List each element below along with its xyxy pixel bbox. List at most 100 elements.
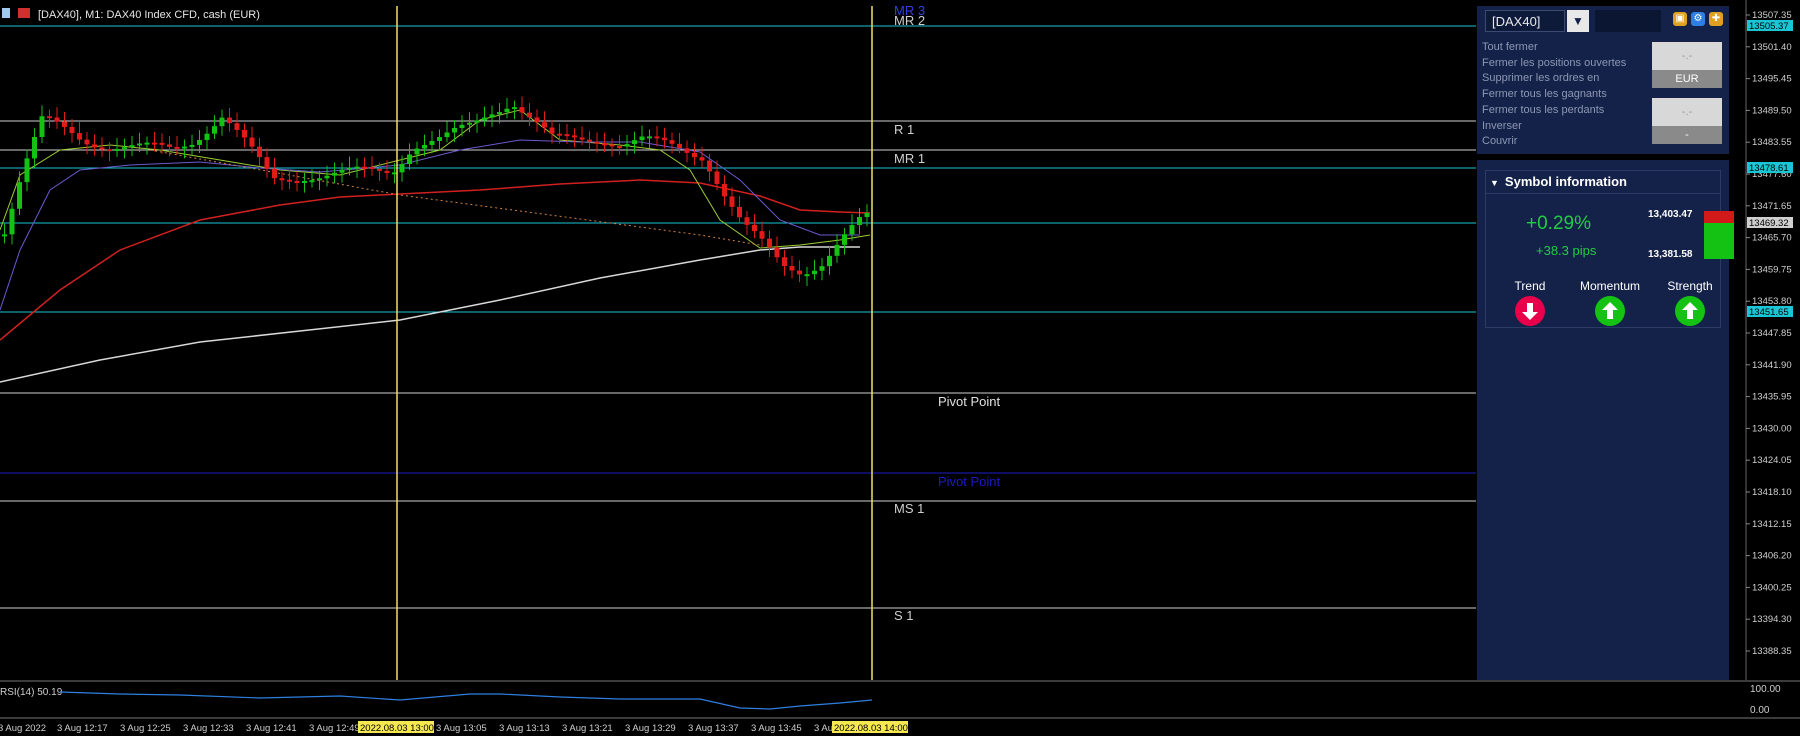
candle-body (542, 122, 547, 128)
range-low: 13,381.58 (1648, 249, 1693, 260)
candle-body (579, 137, 585, 140)
candle-body (767, 238, 772, 248)
candle-body (9, 208, 15, 235)
volume-input[interactable] (1595, 10, 1661, 32)
price-tick-label: 13501.40 (1752, 42, 1792, 53)
candle-body (774, 247, 780, 258)
time-tick-label: 3 Aug 12:25 (120, 723, 171, 734)
candle-body (654, 136, 660, 139)
candle-body (17, 182, 22, 209)
candle-body (729, 196, 735, 207)
symbol-select[interactable]: [DAX40] (1485, 10, 1565, 32)
candle-body (107, 149, 112, 152)
trade-panel: [DAX40] ▼ ▣ ⚙ ✚ Tout fermer Fermer les p… (1477, 6, 1729, 154)
candle-body (504, 108, 510, 113)
price-tick-label: 13412.15 (1752, 519, 1792, 530)
candle-body (362, 166, 367, 169)
candle-body (2, 234, 7, 237)
time-marker-left: 2022.08.03 13:00 (360, 723, 434, 734)
quote-top-value[interactable]: -.- (1652, 42, 1722, 70)
candle-body (189, 144, 195, 147)
candle-body (212, 126, 217, 134)
symbol-info-title: Symbol information (1504, 174, 1627, 189)
rsi-scale-bottom: 0.00 (1750, 705, 1770, 716)
candle-body (122, 147, 127, 150)
menu-close-winners[interactable]: Fermer tous les gagnants (1482, 87, 1626, 103)
candle-body (354, 166, 360, 169)
expand-icon[interactable]: ✚ (1709, 12, 1723, 26)
menu-close-all[interactable]: Tout fermer (1482, 40, 1626, 56)
symbol-info-panel: ▼ Symbol information +0.29% +38.3 pips 13… (1477, 160, 1734, 680)
candle-body (62, 121, 67, 127)
candle-body (399, 164, 405, 173)
level-r1: R 1 (894, 122, 914, 137)
quote-top-label: EUR (1652, 70, 1722, 88)
menu-hedge[interactable]: Couvrir (1482, 134, 1626, 150)
time-tick-label: 3 Aug 13:05 (436, 723, 487, 734)
candle-body (534, 117, 540, 123)
candle-body (377, 168, 382, 171)
price-tick-label: 13441.90 (1752, 360, 1792, 371)
quote-bottom-label: - (1652, 126, 1722, 144)
menu-delete-orders[interactable]: Supprimer les ordres en (1482, 71, 1626, 87)
time-tick-label: 3 Aug 12:41 (246, 723, 297, 734)
candle-body (414, 148, 420, 155)
symbol-info-header[interactable]: ▼ Symbol information (1486, 171, 1720, 194)
menu-reverse[interactable]: Inverser (1482, 119, 1626, 135)
price-tick-label: 13507.35 (1752, 10, 1792, 21)
menu-close-losers[interactable]: Fermer tous les perdants (1482, 103, 1626, 119)
level-mr2: MR 2 (894, 13, 925, 28)
time-tick-label: 3 Aug 13:37 (688, 723, 739, 734)
rsi-label: RSI(14) 50.19 (0, 687, 63, 698)
candle-body (707, 160, 712, 172)
time-tick-label: 3 Aug 13:13 (499, 723, 550, 734)
candle-body (54, 117, 60, 122)
candle-body (759, 231, 765, 239)
price-tick-label: 13394.30 (1752, 614, 1792, 625)
candle-body (647, 136, 652, 139)
range-high: 13,403.47 (1648, 209, 1693, 220)
price-tick-label: 13424.05 (1752, 455, 1792, 466)
candle-body (789, 265, 795, 271)
time-marker-right: 2022.08.03 14:00 (834, 723, 908, 734)
candle-body (39, 116, 45, 137)
candle-body (722, 183, 727, 197)
gear-icon[interactable]: ⚙ (1691, 12, 1705, 26)
candle-body (639, 136, 645, 141)
price-tick-label: 13418.10 (1752, 487, 1792, 498)
candle-body (444, 132, 450, 138)
time-tick-label: 3 Aug 12:17 (57, 723, 108, 734)
price-tick-label: 13495.45 (1752, 74, 1792, 85)
candle-body (69, 126, 75, 134)
price-tick-label: 13388.35 (1752, 646, 1792, 657)
quote-bottom-value[interactable]: -.- (1652, 98, 1722, 126)
candle-body (257, 146, 262, 158)
candle-body (272, 168, 277, 179)
symbol-info-box: ▼ Symbol information +0.29% +38.3 pips 13… (1485, 170, 1734, 328)
candle-body (384, 170, 390, 174)
candle-body (864, 212, 870, 218)
arrow-up-icon (1595, 296, 1625, 326)
candle-body (77, 133, 82, 140)
candle-body (669, 140, 675, 144)
candle-body (339, 169, 345, 173)
candle-body (174, 146, 180, 149)
level-ms1: MS 1 (894, 501, 924, 516)
caret-down-icon: ▼ (1490, 178, 1499, 188)
arrow-up-icon (1675, 296, 1705, 326)
time-tick-label: 3 Aug 13:21 (562, 723, 613, 734)
price-tick-label: 13489.50 (1752, 105, 1792, 116)
candle-body (287, 179, 292, 182)
candle-body (602, 143, 607, 146)
chevron-down-icon[interactable]: ▼ (1567, 10, 1589, 32)
price-tag: 13478.61 (1749, 163, 1789, 174)
candle-body (302, 180, 307, 183)
candle-body (407, 154, 412, 165)
arrow-down-icon (1515, 296, 1545, 326)
price-tag: 13469.32 (1749, 218, 1789, 229)
candle-body (459, 124, 465, 129)
menu-close-positions[interactable]: Fermer les positions ouvertes (1482, 56, 1626, 72)
level-mr1: MR 1 (894, 151, 925, 166)
copy-icon[interactable]: ▣ (1673, 12, 1687, 26)
candle-body (564, 134, 570, 137)
